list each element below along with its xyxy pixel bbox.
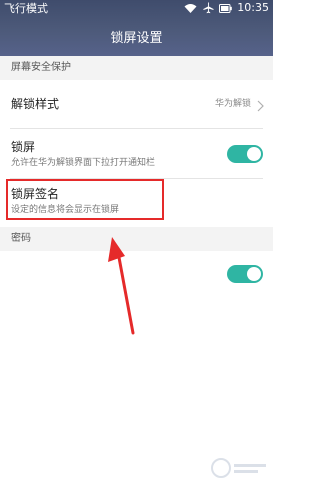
annotation-arrow (108, 237, 135, 335)
watermark-logo (211, 458, 266, 478)
settings-screen: 飞行模式 10:35 锁屏设置 屏幕安全保护 解锁样式 华为解锁 锁屏 允许在华… (0, 0, 273, 483)
